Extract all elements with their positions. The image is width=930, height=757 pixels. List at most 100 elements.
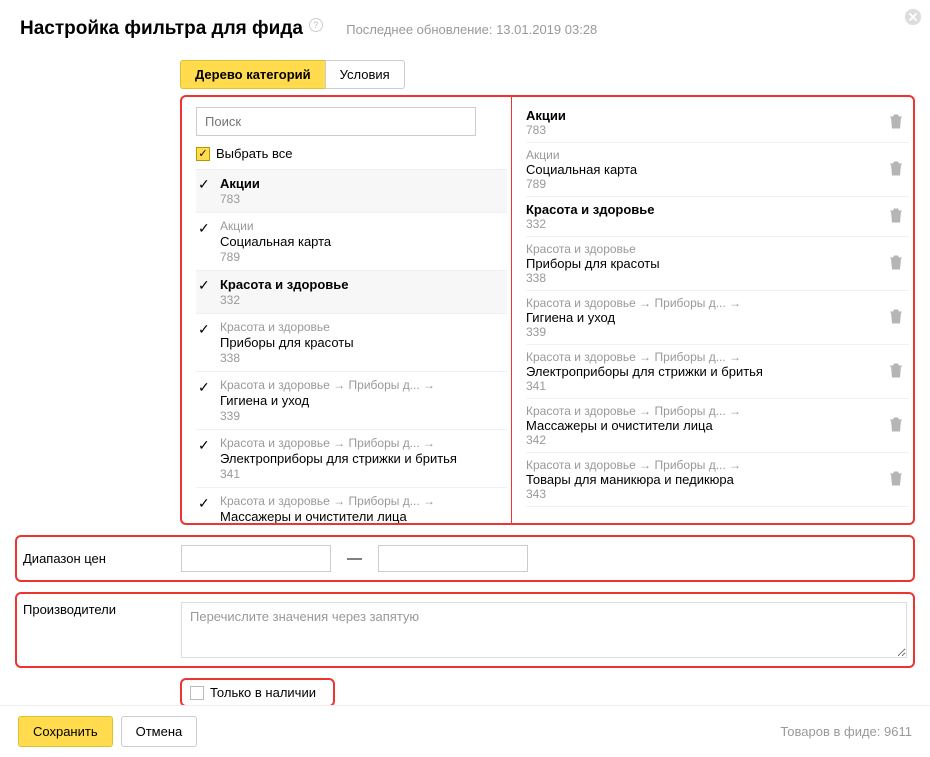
- selected-item-count: 338: [526, 271, 881, 285]
- selected-item: Красота и здоровье → Приборы д... →Товар…: [526, 453, 909, 507]
- tree-item-count: 338: [220, 351, 501, 365]
- tree-item-name: Акции: [220, 176, 501, 191]
- selected-item: Красота и здоровье332: [526, 197, 909, 237]
- categories-panel: ✓ Выбрать все ✓Акции783✓АкцииСоциальная …: [180, 95, 915, 525]
- selected-item-name: Электроприборы для стрижки и бритья: [526, 364, 881, 379]
- tree-item-breadcrumb: Красота и здоровье → Приборы д... →: [220, 436, 501, 450]
- price-from-input[interactable]: [181, 545, 331, 572]
- tree-item[interactable]: ✓ Акции783: [196, 170, 507, 213]
- tab-tree[interactable]: Дерево категорий: [180, 60, 326, 89]
- tree-item-name: Массажеры и очистители лица: [220, 509, 501, 523]
- selected-item-breadcrumb: Красота и здоровье: [526, 242, 881, 256]
- trash-icon[interactable]: [889, 207, 903, 226]
- selected-item-breadcrumb: Красота и здоровье → Приборы д... →: [526, 404, 881, 418]
- check-icon: ✓: [198, 176, 210, 193]
- trash-icon[interactable]: [889, 160, 903, 179]
- selected-item-count: 339: [526, 325, 881, 339]
- trash-icon[interactable]: [889, 470, 903, 489]
- tree-item[interactable]: ✓АкцииСоциальная карта789: [196, 213, 507, 271]
- selected-item-count: 342: [526, 433, 881, 447]
- manufacturers-label: Производители: [23, 602, 171, 617]
- selected-item: Красота и здоровье → Приборы д... →Элект…: [526, 345, 909, 399]
- tree-item[interactable]: ✓ Красота и здоровье → Приборы д... →Гиги…: [196, 372, 507, 430]
- selected-item-count: 789: [526, 177, 881, 191]
- selected-item: АкцииСоциальная карта789: [526, 143, 909, 197]
- price-to-input[interactable]: [378, 545, 528, 572]
- selected-item-name: Акции: [526, 108, 881, 123]
- manufacturers-input[interactable]: [181, 602, 907, 658]
- selected-item-name: Социальная карта: [526, 162, 881, 177]
- selected-categories-pane[interactable]: Акции783АкцииСоциальная карта789Красота …: [512, 97, 913, 523]
- select-all-label: Выбрать все: [216, 146, 292, 161]
- dialog-header: Настройка фильтра для фида ? Последнее о…: [0, 0, 930, 48]
- tree-item-name: Гигиена и уход: [220, 393, 501, 408]
- tree-item-count: 341: [220, 467, 501, 481]
- tree-item-breadcrumb: Красота и здоровье → Приборы д... →: [220, 378, 501, 392]
- trash-icon[interactable]: [889, 362, 903, 381]
- help-icon[interactable]: ?: [309, 18, 323, 32]
- selected-item: Красота и здоровье → Приборы д... →Гигие…: [526, 291, 909, 345]
- manufacturers-panel: Производители: [15, 592, 915, 668]
- selected-item-name: Товары для маникюра и педикюра: [526, 472, 881, 487]
- selected-item-name: Гигиена и уход: [526, 310, 881, 325]
- price-range-panel: Диапазон цен —: [15, 535, 915, 582]
- trash-icon[interactable]: [889, 113, 903, 132]
- tree-item-breadcrumb: Акции: [220, 219, 501, 233]
- tree-item-breadcrumb: Красота и здоровье → Приборы д... →: [220, 494, 501, 508]
- check-icon: ✓: [198, 437, 210, 454]
- dialog-title: Настройка фильтра для фида: [20, 18, 303, 40]
- save-button[interactable]: Сохранить: [18, 716, 113, 747]
- check-icon: ✓: [198, 379, 210, 396]
- check-icon: ✓: [198, 495, 210, 512]
- in-stock-checkbox[interactable]: [190, 686, 204, 700]
- selected-item-name: Красота и здоровье: [526, 202, 881, 217]
- tree-item-count: 332: [220, 293, 501, 307]
- category-tree-pane: ✓ Выбрать все ✓Акции783✓АкцииСоциальная …: [182, 97, 512, 523]
- selected-item-breadcrumb: Красота и здоровье → Приборы д... →: [526, 350, 881, 364]
- trash-icon[interactable]: [889, 308, 903, 327]
- selected-item-count: 341: [526, 379, 881, 393]
- tree-item[interactable]: ✓ Красота и здоровьеПриборы для красоты33…: [196, 314, 507, 372]
- trash-icon[interactable]: [889, 254, 903, 273]
- trash-icon[interactable]: [889, 416, 903, 435]
- selected-item-breadcrumb: Красота и здоровье → Приборы д... →: [526, 296, 881, 310]
- main-scroll-area[interactable]: Дерево категорийУсловия ✓ Выбрать все ✓ А…: [0, 50, 930, 705]
- tree-item-name: Социальная карта: [220, 234, 501, 249]
- last-updated-text: Последнее обновление: 13.01.2019 03:28: [346, 22, 597, 37]
- price-range-label: Диапазон цен: [23, 551, 171, 566]
- selected-item-breadcrumb: Красота и здоровье → Приборы д... →: [526, 458, 881, 472]
- tree-item[interactable]: ✓ Красота и здоровье332: [196, 271, 507, 314]
- tree-item-name: Приборы для красоты: [220, 335, 501, 350]
- price-range-dash: —: [341, 550, 368, 567]
- cancel-button[interactable]: Отмена: [121, 716, 198, 747]
- selected-item-name: Массажеры и очистители лица: [526, 418, 881, 433]
- check-icon: ✓: [198, 220, 210, 237]
- tree-item-count: 783: [220, 192, 501, 206]
- category-tree[interactable]: ✓Акции783✓АкцииСоциальная карта789✓Красо…: [196, 169, 507, 523]
- tree-item-breadcrumb: Красота и здоровье: [220, 320, 501, 334]
- in-stock-panel: Только в наличии: [180, 678, 335, 705]
- tree-item[interactable]: ✓ Красота и здоровье → Приборы д... →Элек…: [196, 430, 507, 488]
- tree-item-name: Красота и здоровье: [220, 277, 501, 292]
- tabs: Дерево категорийУсловия: [180, 60, 915, 89]
- search-input[interactable]: [196, 107, 476, 136]
- dialog-footer: Сохранить Отмена Товаров в фиде: 9611: [0, 705, 930, 757]
- tree-item-name: Электроприборы для стрижки и бритья: [220, 451, 501, 466]
- selected-item: Акции783: [526, 103, 909, 143]
- in-stock-label: Только в наличии: [210, 685, 316, 700]
- check-icon: ✓: [198, 321, 210, 338]
- tree-item[interactable]: ✓ Красота и здоровье → Приборы д... →Масс…: [196, 488, 507, 523]
- selected-item-count: 332: [526, 217, 881, 231]
- tree-item-count: 339: [220, 409, 501, 423]
- select-all-row[interactable]: ✓ Выбрать все: [196, 146, 507, 161]
- check-icon: ✓: [198, 277, 210, 294]
- tab-conditions[interactable]: Условия: [325, 60, 405, 89]
- selected-item: Красота и здоровьеПриборы для красоты338: [526, 237, 909, 291]
- selected-item-name: Приборы для красоты: [526, 256, 881, 271]
- selected-item-count: 343: [526, 487, 881, 501]
- close-icon[interactable]: [904, 8, 922, 29]
- select-all-checkbox[interactable]: ✓: [196, 147, 210, 161]
- selected-item: Красота и здоровье → Приборы д... →Масса…: [526, 399, 909, 453]
- selected-item-count: 783: [526, 123, 881, 137]
- selected-item-breadcrumb: Акции: [526, 148, 881, 162]
